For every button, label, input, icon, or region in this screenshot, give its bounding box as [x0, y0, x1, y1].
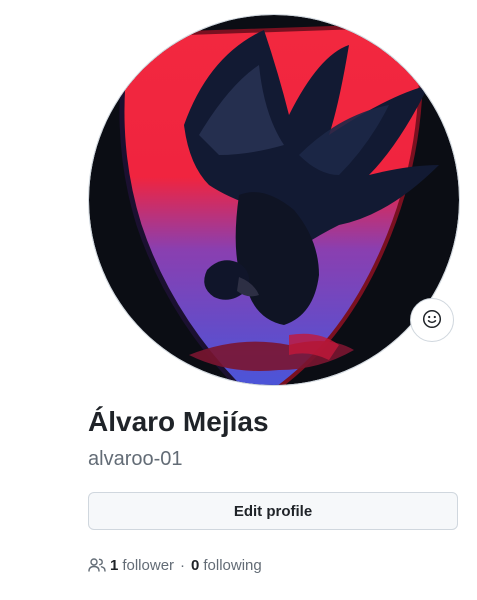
following-link[interactable]: 0 following	[191, 557, 262, 574]
followers-count: 1	[110, 556, 119, 574]
avatar[interactable]	[88, 14, 460, 386]
separator: ·	[180, 556, 186, 574]
follow-stats: 1 follower · 0 following	[88, 554, 262, 576]
avatar-container	[88, 14, 460, 386]
profile-card: Álvaro Mejías alvaroo-01 Edit profile 1 …	[0, 0, 477, 600]
display-name: Álvaro Mejías	[88, 406, 269, 437]
smiley-icon	[422, 309, 442, 332]
following-label: following	[203, 556, 262, 574]
avatar-image	[89, 15, 459, 385]
following-count: 0	[191, 556, 200, 574]
set-status-button[interactable]	[410, 298, 454, 342]
username: alvaroo-01	[88, 448, 183, 470]
followers-label: follower	[122, 556, 175, 574]
followers-link[interactable]: 1 follower	[110, 557, 174, 574]
people-icon	[88, 557, 106, 573]
edit-profile-button[interactable]: Edit profile	[88, 492, 458, 530]
